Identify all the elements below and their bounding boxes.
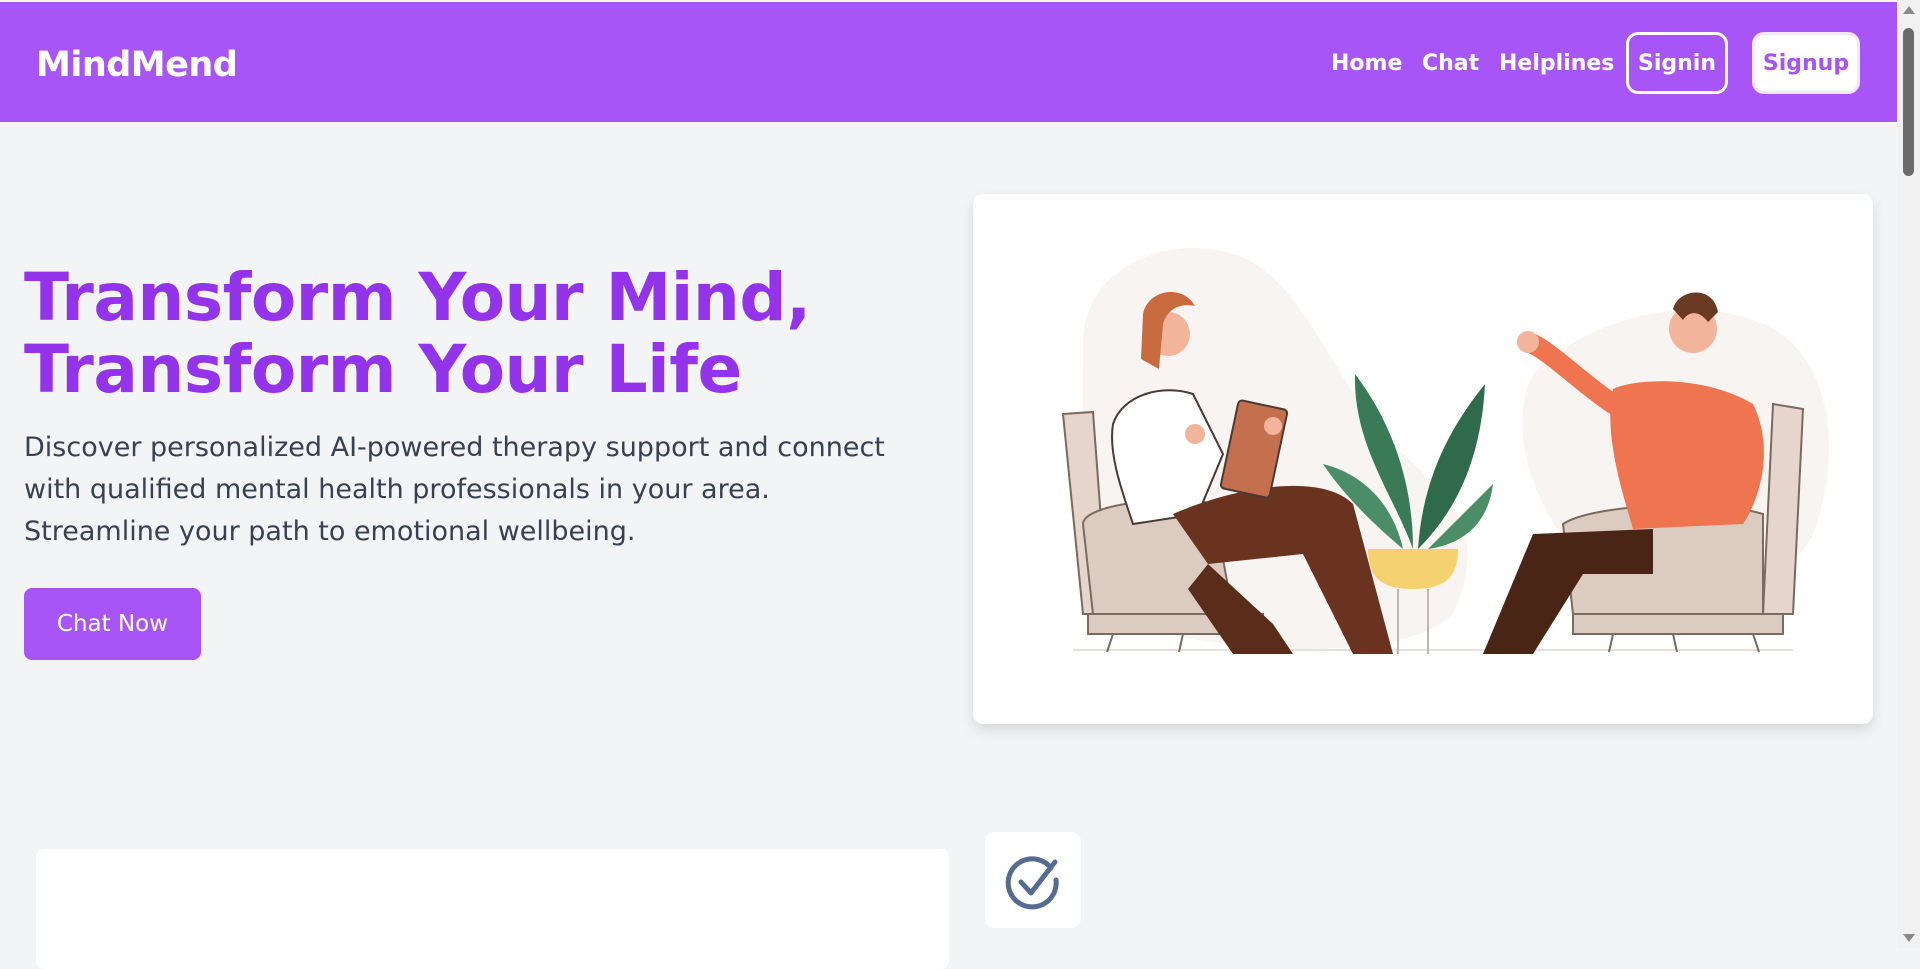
scroll-down-arrow-icon[interactable] — [1903, 934, 1915, 942]
hero-title: Transform Your Mind, Transform Your Life — [24, 262, 924, 406]
scroll-up-arrow-icon[interactable] — [1903, 6, 1915, 14]
nav-link-chat[interactable]: Chat — [1422, 50, 1479, 78]
hero-description: Discover personalized AI-powered therapy… — [24, 432, 885, 547]
nav-link-home[interactable]: Home — [1331, 50, 1402, 78]
chat-now-button[interactable]: Chat Now — [24, 588, 201, 660]
feature-icon-tile — [985, 832, 1081, 928]
hero-title-line-1: Transform Your Mind, — [24, 259, 811, 336]
brand-logo[interactable]: MindMend — [36, 45, 238, 85]
signin-button[interactable]: Signin — [1626, 32, 1728, 94]
top-navbar: MindMend Home Chat Helplines Signin Sign… — [0, 2, 1897, 122]
nav-link-helplines[interactable]: Helplines — [1499, 50, 1614, 78]
page-scrollbar[interactable] — [1897, 0, 1920, 948]
signup-button[interactable]: Signup — [1752, 32, 1860, 94]
therapy-session-illustration — [1061, 248, 1829, 654]
scrollbar-thumb[interactable] — [1903, 28, 1914, 176]
hero-illustration-card — [973, 194, 1873, 724]
hero-title-line-2: Transform Your Life — [24, 331, 742, 408]
check-circle-icon — [1005, 856, 1059, 910]
feature-card — [36, 849, 949, 969]
